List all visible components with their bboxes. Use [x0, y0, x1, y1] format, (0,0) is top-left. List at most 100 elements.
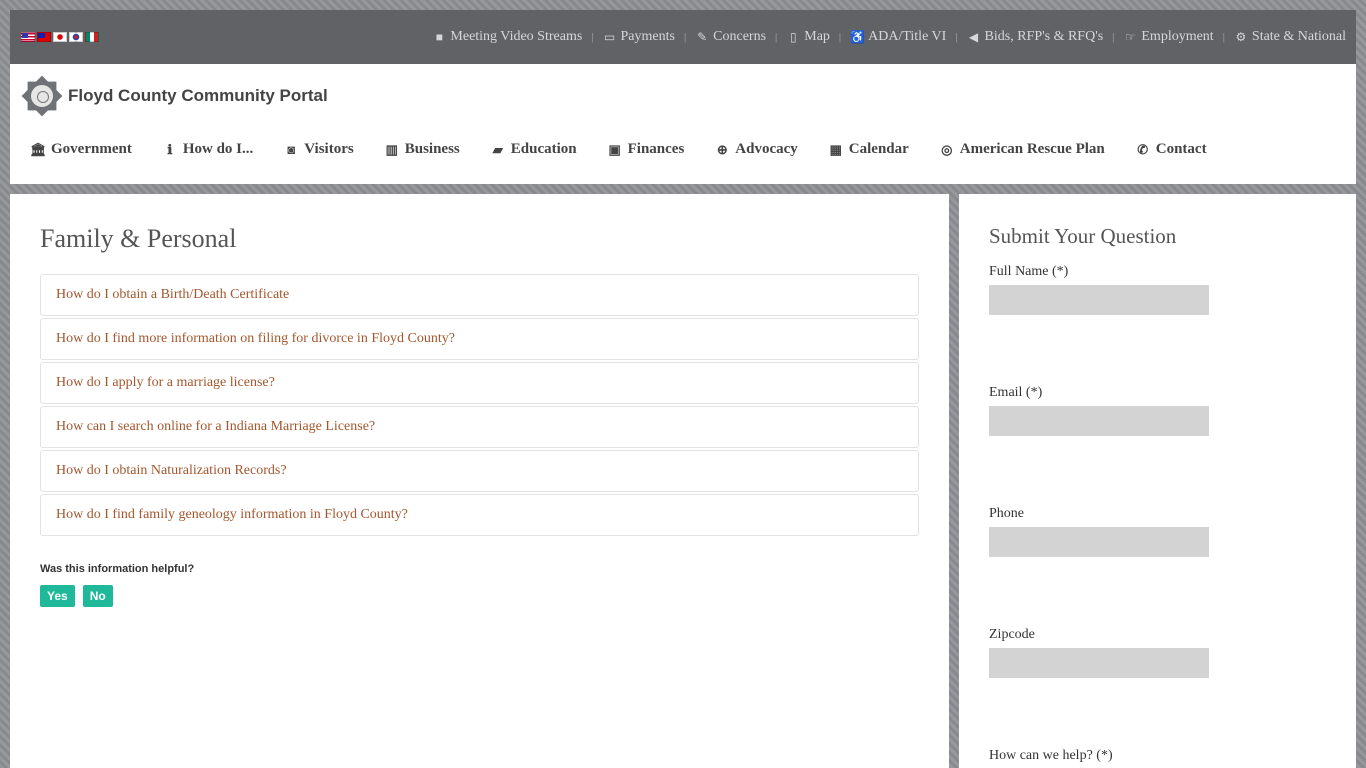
taiwan-flag-icon[interactable] [37, 32, 51, 42]
nav-calendar[interactable]: ▦ Calendar [828, 141, 909, 158]
form-group-full-name: Full Name (*) [989, 264, 1326, 315]
utility-link-label: Concerns [713, 29, 767, 44]
faq-question[interactable]: How do I apply for a marriage license? [56, 375, 275, 391]
yes-button[interactable]: Yes [40, 585, 75, 607]
help-label: How can we help? (*) [989, 748, 1113, 763]
site-logo-link[interactable]: Floyd County Community Portal [20, 74, 328, 118]
nav-american-rescue-plan[interactable]: ◎ American Rescue Plan [939, 141, 1105, 158]
site-name: Floyd County Community Portal [68, 86, 328, 105]
separator: | [1112, 31, 1115, 43]
utility-link-employment[interactable]: ☞ Employment [1123, 29, 1214, 45]
helpful-question: Was this information helpful? [40, 563, 195, 575]
faq-item[interactable]: How do I apply for a marriage license? [40, 362, 919, 404]
language-flags [21, 32, 99, 42]
faq-question[interactable]: How do I find family geneology informati… [56, 507, 408, 523]
nav-label: American Rescue Plan [959, 141, 1105, 157]
nav-visitors[interactable]: ◙ Visitors [283, 141, 353, 158]
video-camera-icon: ■ [435, 29, 444, 44]
hand-point-icon: ☞ [1124, 29, 1136, 44]
site-header: Floyd County Community Portal 🏛 Governme… [10, 64, 1356, 184]
utility-link-state-national[interactable]: ⚙ State & National [1234, 29, 1346, 45]
nav-label: Visitors [304, 141, 354, 157]
email-label: Email (*) [989, 385, 1043, 400]
faq-question[interactable]: How do I find more information on filing… [56, 331, 455, 347]
mexico-flag-icon[interactable] [85, 32, 99, 42]
faq-item[interactable]: How do I obtain Naturalization Records? [40, 450, 919, 492]
form-group-help: How can we help? (*) [989, 748, 1326, 768]
email-input[interactable] [989, 406, 1209, 436]
feedback-buttons: Yes No [40, 585, 919, 607]
form-title: Submit Your Question [989, 224, 1177, 248]
money-icon: ▣ [608, 141, 621, 157]
nav-label: Finances [627, 141, 685, 157]
book-icon: ▰ [492, 141, 503, 157]
form-group-email: Email (*) [989, 385, 1326, 436]
zipcode-label: Zipcode [989, 627, 1035, 642]
phone-icon: ✆ [1137, 141, 1149, 157]
bank-icon: 🏛 [30, 141, 47, 157]
utility-link-bids[interactable]: ◀ Bids, RFP's & RFQ's [967, 29, 1104, 45]
separator: | [955, 31, 958, 43]
nav-advocacy[interactable]: ⊕ Advocacy [714, 141, 798, 158]
no-button[interactable]: No [82, 585, 113, 607]
county-seal-icon [20, 74, 64, 118]
nav-label: Government [51, 141, 132, 157]
utility-link-concerns[interactable]: ✎ Concerns [695, 29, 766, 45]
camera-icon: ◙ [287, 141, 296, 157]
nav-label: Education [510, 141, 577, 157]
nav-contact[interactable]: ✆ Contact [1135, 141, 1206, 158]
japan-flag-icon[interactable] [53, 32, 67, 42]
phone-label: Phone [989, 506, 1024, 521]
separator: | [591, 31, 594, 43]
faq-list: How do I obtain a Birth/Death Certificat… [40, 274, 919, 536]
nav-label: Calendar [848, 141, 909, 157]
main-content: Family & Personal How do I obtain a Birt… [10, 194, 949, 768]
us-flag-icon[interactable] [21, 32, 35, 42]
separator: | [1222, 31, 1225, 43]
phone-input[interactable] [989, 527, 1209, 557]
faq-item[interactable]: How do I find more information on filing… [40, 318, 919, 360]
utility-link-payments[interactable]: ▭ Payments [603, 29, 675, 45]
edit-icon: ✎ [697, 29, 708, 44]
bullhorn-icon: ◀ [968, 29, 979, 44]
faq-item[interactable]: How do I find family geneology informati… [40, 494, 919, 536]
form-group-phone: Phone [989, 506, 1326, 557]
info-circle-icon: ℹ [167, 141, 173, 157]
form-group-zipcode: Zipcode [989, 627, 1326, 678]
faq-question[interactable]: How can I search online for a Indiana Ma… [56, 419, 375, 435]
korea-flag-icon[interactable] [69, 32, 83, 42]
main-nav: 🏛 Government ℹ How do I... ◙ Visitors ▥ … [30, 141, 1207, 158]
zipcode-input[interactable] [989, 648, 1209, 678]
utility-link-label: Employment [1141, 29, 1214, 44]
credit-card-icon: ▭ [603, 29, 616, 44]
nav-business[interactable]: ▥ Business [384, 141, 460, 158]
bar-chart-icon: ▥ [385, 141, 398, 157]
question-form-panel: Submit Your Question Full Name (*) Email… [959, 194, 1356, 768]
nav-how-do-i[interactable]: ℹ How do I... [162, 141, 253, 158]
nav-government[interactable]: 🏛 Government [30, 141, 132, 158]
utility-link-label: ADA/Title VI [868, 29, 947, 44]
top-utility-bar: ■ Meeting Video Streams | ▭ Payments | ✎… [10, 10, 1356, 64]
calendar-icon: ▦ [829, 141, 842, 157]
nav-finances[interactable]: ▣ Finances [607, 141, 685, 158]
wheelchair-icon: ♿ [850, 29, 866, 44]
full-name-label: Full Name (*) [989, 264, 1069, 279]
faq-item[interactable]: How do I obtain a Birth/Death Certificat… [40, 274, 919, 316]
full-name-input[interactable] [989, 285, 1209, 315]
utility-link-ada[interactable]: ♿ ADA/Title VI [850, 29, 946, 45]
utility-link-map[interactable]: ▯ Map [786, 29, 830, 45]
utility-link-label: State & National [1251, 29, 1346, 44]
faq-item[interactable]: How can I search online for a Indiana Ma… [40, 406, 919, 448]
faq-question[interactable]: How do I obtain Naturalization Records? [56, 463, 287, 479]
page-title: Family & Personal [40, 224, 237, 253]
faq-question[interactable]: How do I obtain a Birth/Death Certificat… [56, 287, 289, 303]
utility-link-label: Payments [620, 29, 675, 44]
nav-label: Advocacy [735, 141, 798, 157]
nav-education[interactable]: ▰ Education [490, 141, 577, 158]
cogs-icon: ⚙ [1235, 29, 1247, 44]
search-plus-icon: ⊕ [716, 141, 728, 157]
utility-link-label: Bids, RFP's & RFQ's [984, 29, 1104, 44]
map-icon: ▯ [789, 29, 797, 44]
utility-link-meeting-video-streams[interactable]: ■ Meeting Video Streams [432, 29, 583, 45]
utility-link-label: Meeting Video Streams [450, 29, 583, 44]
